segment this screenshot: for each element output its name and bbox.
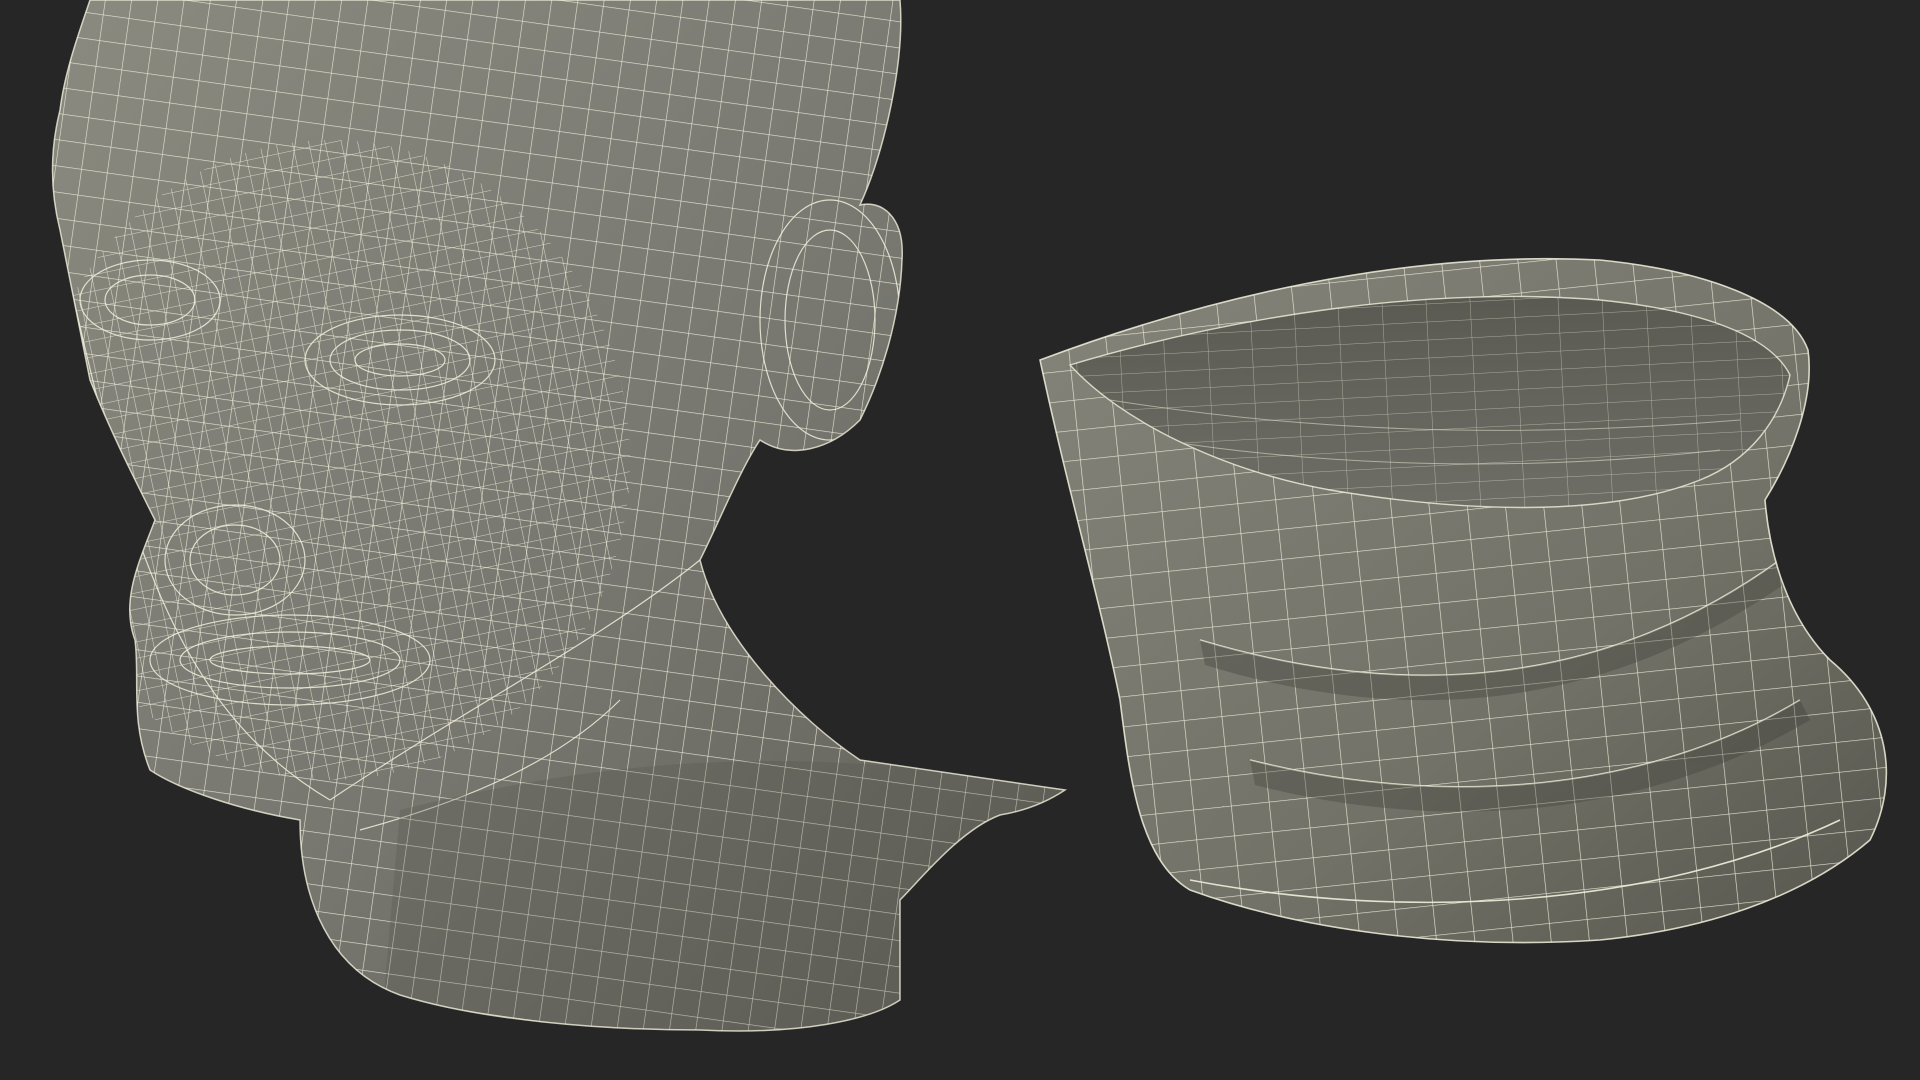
- render-viewport: [0, 0, 1920, 1080]
- render-canvas: [51, 0, 1888, 1032]
- wireframe-neck-gaiter-model-icon: [1039, 257, 1888, 944]
- wireframe-head-model-icon: [51, 0, 1066, 1032]
